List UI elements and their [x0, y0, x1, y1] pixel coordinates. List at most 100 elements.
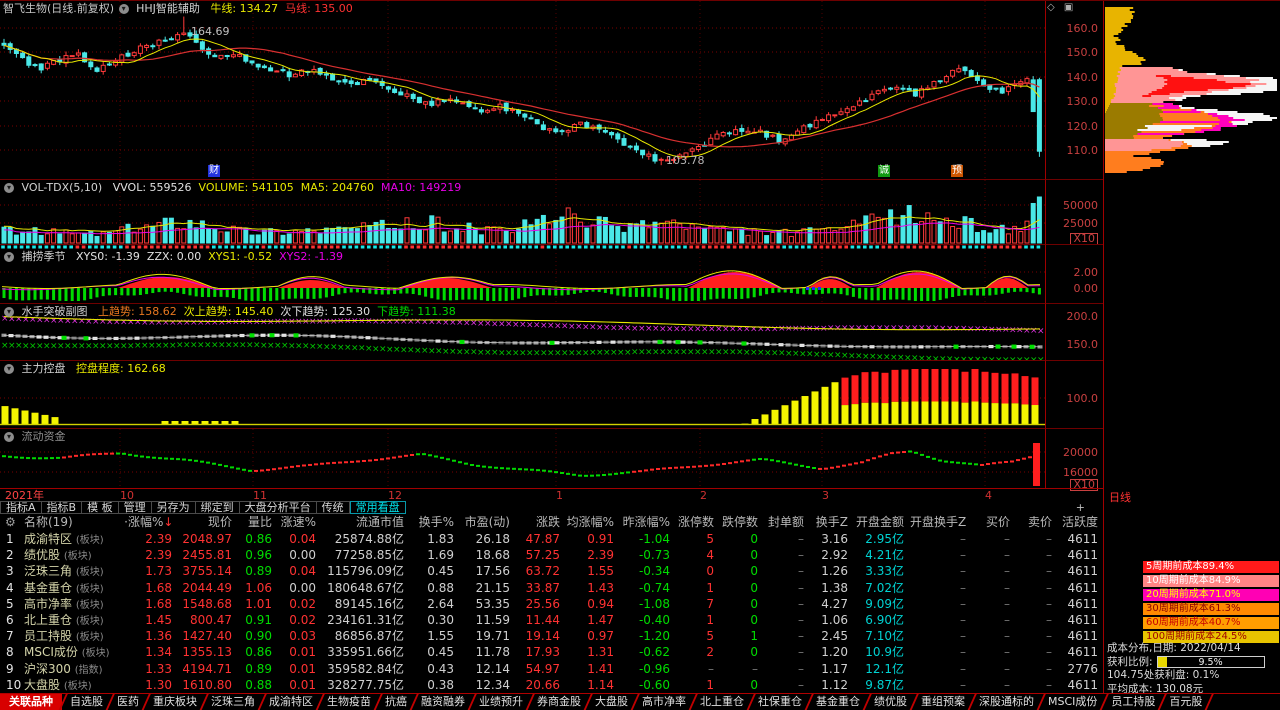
volume-panel[interactable]: ▾ VOL-TDX(5,10) VVOL: 559526VOLUME: 5411… [0, 179, 1045, 245]
column-header[interactable]: 卖价 [1016, 514, 1058, 531]
column-header[interactable]: 流通市值 [322, 514, 410, 531]
period-label[interactable]: 日线 [1109, 489, 1131, 505]
table-row[interactable]: 1成渝特区 (板块)2.392048.970.860.0425874.88亿1.… [0, 531, 1146, 547]
main-force-panel[interactable]: ▾ 主力控盘 控盘程度: 162.68 [0, 360, 1045, 429]
related-tab[interactable]: 成渝特区 [263, 694, 319, 710]
column-header[interactable]: 换手Z [810, 514, 854, 531]
row-name[interactable]: 泛珠三角 (板块) [24, 563, 120, 579]
axis-label: 130.0 [1067, 95, 1099, 108]
row-name[interactable]: 沪深300 (指数) [24, 661, 120, 677]
related-tab[interactable]: 社保重仓 [752, 694, 808, 710]
chart-corner-icons[interactable]: ◇ ▣ [1047, 2, 1076, 13]
cell: 359582.84亿 [322, 661, 410, 677]
bolao-season-panel[interactable]: ▾ 捕捞季节 XYS0: -1.39ZZX: 0.00XYS1: -0.52XY… [0, 244, 1045, 304]
row-name[interactable]: 北上重仓 (板块) [24, 612, 120, 628]
row-tag: (板块) [76, 584, 104, 595]
sailor-breakout-panel[interactable]: ××××××××××××××××××××××××××××××××××××××××… [0, 303, 1045, 361]
column-header[interactable]: 均涨幅% [566, 514, 620, 531]
column-header[interactable]: 涨停数 [676, 514, 720, 531]
liquid-funds-canvas[interactable] [0, 429, 1045, 489]
related-tab[interactable]: 百元股 [1163, 694, 1208, 710]
indicator-dropdown-icon[interactable]: ▾ [4, 307, 14, 317]
related-tab[interactable]: 大盘股 [589, 694, 634, 710]
table-row[interactable]: 5高市净率 (板块)1.681548.681.010.0289145.16亿2.… [0, 596, 1146, 612]
indicator-tab-4[interactable]: 管理 [119, 501, 152, 514]
column-header[interactable]: 跌停数 [720, 514, 764, 531]
event-marker[interactable]: 预 [951, 165, 963, 177]
row-name[interactable]: 基金重仓 (板块) [24, 580, 120, 596]
indicator-dropdown-icon[interactable]: ▾ [4, 432, 14, 442]
indicator-dropdown-icon[interactable]: ▾ [4, 364, 14, 374]
related-tab[interactable]: 券商金股 [531, 694, 587, 710]
related-tab[interactable]: 基金重仓 [810, 694, 866, 710]
column-header[interactable]: 开盘换手Z [910, 514, 972, 531]
column-header[interactable]: 开盘金额 [854, 514, 910, 531]
table-row[interactable]: 2绩优股 (板块)2.392455.810.960.0077258.85亿1.6… [0, 547, 1146, 563]
row-name[interactable]: 高市净率 (板块) [24, 596, 120, 612]
row-name[interactable]: 员工持股 (板块) [24, 628, 120, 644]
add-panel-button[interactable]: + [1076, 501, 1085, 514]
related-tab[interactable]: 泛珠三角 [205, 694, 261, 710]
row-name[interactable]: MSCI成份 (板块) [24, 644, 120, 660]
related-tab[interactable]: 北上重仓 [694, 694, 750, 710]
related-tab[interactable]: 重庆板块 [147, 694, 203, 710]
table-row[interactable]: 10大盘股 (板块)1.301610.800.880.01328277.75亿0… [0, 677, 1146, 693]
indicator-dropdown-icon[interactable]: ▾ [4, 252, 14, 262]
column-header[interactable]: 涨速% [278, 514, 322, 531]
column-header[interactable]: 量比 [238, 514, 278, 531]
column-header[interactable]: 活跃度 [1058, 514, 1104, 531]
indicator-tab-7[interactable]: 大盘分析平台 [240, 501, 317, 514]
column-header[interactable]: 昨涨幅% [620, 514, 676, 531]
row-name[interactable]: 绩优股 (板块) [24, 547, 120, 563]
column-header-name[interactable]: 名称(19) [24, 514, 120, 531]
indicator-tab-1[interactable]: 指标A [0, 501, 42, 514]
related-tab[interactable]: 重组预案 [915, 694, 971, 710]
related-tab[interactable]: 业绩预升 [473, 694, 529, 710]
related-tab[interactable]: 生物疫苗 [321, 694, 377, 710]
column-header[interactable]: 市盈(动) [460, 514, 516, 531]
indicator-tab-5[interactable]: 另存为 [152, 501, 196, 514]
row-name[interactable]: 成渝特区 (板块) [24, 531, 120, 547]
column-header[interactable]: 现价 [178, 514, 238, 531]
related-tab[interactable]: MSCI成份 [1042, 694, 1103, 710]
main-chart-panel[interactable]: 智飞生物(日线.前复权) ▾ HHJ智能辅助 牛线: 134.27马线: 135… [0, 1, 1045, 179]
column-header[interactable]: 涨幅%↓ [128, 514, 178, 531]
related-tab[interactable]: 融资融券 [415, 694, 471, 710]
table-settings-icon[interactable]: ⚙ [0, 514, 24, 531]
cell: 0 [720, 547, 764, 563]
indicator-tab-3[interactable]: 模 板 [82, 501, 119, 514]
column-header[interactable]: 换手% [410, 514, 460, 531]
cell: 86856.87亿 [322, 628, 410, 644]
related-tab[interactable]: 员工持股 [1105, 694, 1161, 710]
related-tab[interactable]: 抗癌 [379, 694, 413, 710]
cell: – [1016, 580, 1058, 596]
indicator-dropdown-icon[interactable]: ▾ [4, 183, 14, 193]
indicator-tab-8[interactable]: 传统 [317, 501, 350, 514]
related-tab[interactable]: 自选股 [64, 694, 109, 710]
event-marker[interactable]: 财 [208, 165, 220, 177]
column-header[interactable]: 涨跌 [516, 514, 566, 531]
indicator-tab-6[interactable]: 绑定到 [196, 501, 240, 514]
table-row[interactable]: 4基金重仓 (板块)1.682044.491.060.00180648.67亿0… [0, 580, 1146, 596]
candlestick-canvas[interactable] [0, 1, 1045, 179]
table-row[interactable]: 7员工持股 (板块)1.361427.400.900.0386856.87亿1.… [0, 628, 1146, 644]
indicator-dropdown-icon[interactable]: ▾ [119, 4, 129, 14]
column-header[interactable]: 封单额 [764, 514, 810, 531]
cell: 0.04 [278, 563, 322, 579]
related-tab[interactable]: 绩优股 [868, 694, 913, 710]
table-row[interactable]: 6北上重仓 (板块)1.45800.470.910.02234161.31亿0.… [0, 612, 1146, 628]
related-tab[interactable]: 深股通标的 [973, 694, 1040, 710]
indicator-tab-2[interactable]: 指标B [42, 501, 83, 514]
related-tab[interactable]: 高市净率 [636, 694, 692, 710]
table-row[interactable]: 8MSCI成份 (板块)1.341355.130.860.01335951.66… [0, 644, 1146, 660]
indicator-tab-9[interactable]: 常用看盘 [350, 501, 406, 514]
related-tab[interactable]: 医药 [111, 694, 145, 710]
liquid-funds-panel[interactable]: ▾ 流动资金 [0, 428, 1045, 489]
cell: 4611 [1058, 547, 1104, 563]
column-header[interactable]: 买价 [972, 514, 1016, 531]
table-row[interactable]: 9沪深300 (指数)1.334194.710.890.01359582.84亿… [0, 661, 1146, 677]
row-name[interactable]: 大盘股 (板块) [24, 677, 120, 693]
event-marker[interactable]: 诚 [878, 165, 890, 177]
related-symbols-label[interactable]: 关联品种 [0, 694, 62, 710]
table-row[interactable]: 3泛珠三角 (板块)1.733755.140.890.04115796.09亿0… [0, 563, 1146, 579]
